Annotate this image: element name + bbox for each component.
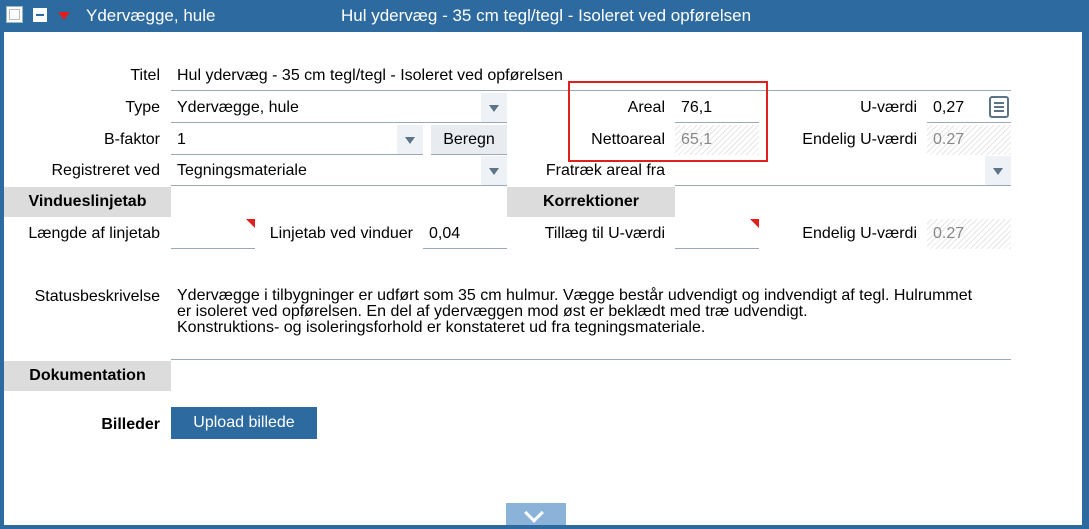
- required-flag-icon: [750, 219, 759, 228]
- registreret-select[interactable]: Tegningsmateriale: [171, 156, 507, 186]
- endelig-u-field: 0.27: [927, 125, 1011, 155]
- type-label: Type: [125, 99, 160, 116]
- uvaerdi-input[interactable]: 0,27: [927, 93, 1011, 123]
- korrektioner-header: Korrektioner: [507, 187, 675, 217]
- checkbox-icon[interactable]: [6, 6, 23, 23]
- collapse-icon[interactable]: [33, 8, 47, 22]
- tillaeg-input[interactable]: [675, 219, 759, 249]
- titel-label: Titel: [130, 67, 160, 84]
- panel-header[interactable]: Ydervægge, hule Hul ydervæg - 35 cm tegl…: [0, 0, 1089, 32]
- expand-chevron-icon[interactable]: [506, 503, 566, 525]
- type-value: Ydervægge, hule: [177, 99, 299, 116]
- endelig-u-label: Endelig U-værdi: [802, 131, 917, 148]
- header-title: Hul ydervæg - 35 cm tegl/tegl - Isoleret…: [341, 6, 752, 25]
- bfaktor-label: B-faktor: [103, 131, 160, 148]
- chevron-down-icon[interactable]: [985, 156, 1011, 185]
- status-line: Ydervægge i tilbygninger er udført som 3…: [177, 287, 973, 304]
- endelig-u-korr-label: Endelig U-værdi: [802, 225, 917, 242]
- laengde-label: Længde af linjetab: [28, 225, 160, 242]
- uvaerdi-label: U-værdi: [860, 99, 917, 116]
- beregn-button[interactable]: Beregn: [431, 125, 507, 155]
- linjetab-input[interactable]: 0,04: [423, 219, 507, 249]
- status-textarea[interactable]: Ydervægge i tilbygninger er udført som 3…: [171, 282, 1011, 360]
- endelig-u-value: 0.27: [933, 131, 965, 148]
- vindues-header: Vindueslinjetab: [4, 187, 171, 217]
- bfaktor-value: 1: [177, 131, 186, 148]
- tillaeg-label: Tillæg til U-værdi: [544, 225, 665, 242]
- billeder-label: Billeder: [101, 416, 160, 433]
- linjetab-value: 0,04: [429, 225, 461, 242]
- linjetab-label: Linjetab ved vinduer: [269, 225, 413, 242]
- form-panel: Titel Hul ydervæg - 35 cm tegl/tegl - Is…: [4, 32, 1082, 525]
- status-label: Statusbeskrivelse: [34, 288, 160, 305]
- required-flag-icon: [246, 219, 255, 228]
- laengde-input[interactable]: [171, 219, 255, 249]
- list-icon[interactable]: [989, 96, 1009, 118]
- dokumentation-header: Dokumentation: [4, 361, 171, 391]
- triangle-down-icon[interactable]: [58, 12, 70, 20]
- uvaerdi-value: 0,27: [933, 99, 965, 116]
- chevron-down-icon[interactable]: [481, 93, 507, 122]
- endelig-u-korr-value: 0.27: [933, 225, 965, 242]
- header-name: Ydervægge, hule: [86, 6, 216, 25]
- chevron-down-icon[interactable]: [397, 125, 423, 154]
- registreret-label: Registreret ved: [51, 162, 161, 179]
- highlight-box: [568, 81, 768, 162]
- upload-button[interactable]: Upload billede: [171, 407, 317, 439]
- endelig-u-korr-field: 0.27: [927, 219, 1011, 249]
- bfaktor-select[interactable]: 1: [171, 125, 423, 155]
- chevron-down-icon[interactable]: [481, 156, 507, 185]
- status-line: Konstruktions- og isoleringsforhold er k…: [177, 319, 706, 336]
- status-line: er isoleret ved opførelsen. En del af yd…: [177, 303, 808, 320]
- type-select[interactable]: Ydervægge, hule: [171, 93, 507, 123]
- titel-value: Hul ydervæg - 35 cm tegl/tegl - Isoleret…: [177, 67, 563, 84]
- registreret-value: Tegningsmateriale: [177, 162, 307, 179]
